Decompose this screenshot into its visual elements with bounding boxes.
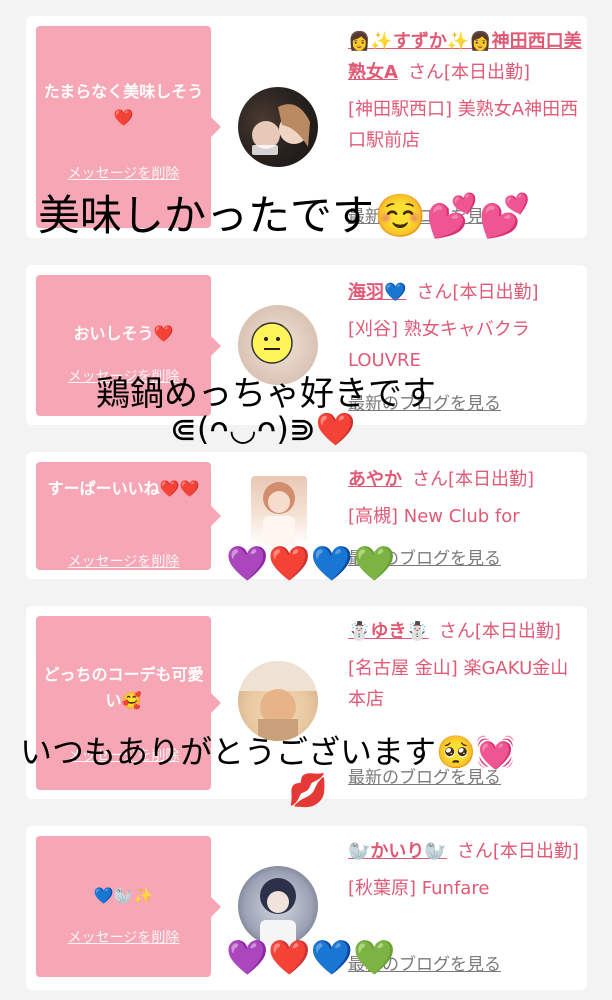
cast-name-link[interactable]: 🦭かいり🦭: [348, 841, 447, 862]
shop-info: [秋葉原] Funfare: [348, 878, 490, 899]
avatar-photo: [263, 482, 295, 546]
message-text: すーぱーいいね❤️❤️: [47, 479, 200, 498]
cast-status: さん[本日出勤]: [407, 62, 530, 83]
delete-message-link[interactable]: メッセージを削除: [36, 163, 211, 183]
lips-sticker: 💋: [288, 771, 328, 809]
shop-info: [神田駅西口] 美熟女A神田西口駅前店: [348, 99, 579, 151]
cast-name-link[interactable]: ☃️ゆき☃️: [348, 621, 429, 642]
overlay-caption-2: 鶏鍋めっちゃ好きです: [96, 374, 436, 414]
cast-status: さん[本日出勤]: [412, 469, 535, 490]
cast-info: ☃️ゆき☃️ さん[本日出勤] [名古屋 金山] 楽GAKU金山本店: [348, 616, 582, 715]
message-bubble: 💙🦭✨ メッセージを削除: [36, 836, 221, 977]
message-bubble: すーぱーいいね❤️❤️ メッセージを削除: [36, 462, 221, 571]
cast-info: あやか さん[本日出勤] [高槻] New Club for: [348, 464, 582, 532]
avatar-photo: [252, 104, 310, 155]
avatar[interactable]: [238, 87, 318, 167]
cast-info: 海羽💙 さん[本日出勤] [刈谷] 熟女キャバクラLOUVRE: [348, 277, 582, 376]
hearts-sticker-row: 💜❤️💙💚: [226, 544, 396, 584]
hearts-sticker-row: 💜❤️💙💚: [226, 938, 396, 978]
delete-message-link[interactable]: メッセージを削除: [36, 927, 211, 947]
delete-message-link[interactable]: メッセージを削除: [36, 551, 211, 571]
avatar-photo: [260, 878, 296, 946]
message-text: どっちのコーデも可愛い🥰: [43, 665, 204, 710]
shop-info: [名古屋 金山] 楽GAKU金山本店: [348, 658, 569, 710]
cast-status: さん[本日出勤]: [416, 282, 539, 303]
overlay-caption-1: 美味しかったです☺️💕💕: [38, 191, 531, 240]
message-text: たまらなく美味しそう❤️: [43, 82, 204, 127]
message-text: おいしそう❤️: [73, 324, 174, 343]
overlay-caption-3: いつもありがとうございます🥺💓: [20, 733, 516, 771]
cast-name-link[interactable]: あやか: [348, 469, 402, 490]
cast-status: さん[本日出勤]: [456, 841, 579, 862]
shop-info: [高槻] New Club for: [348, 506, 520, 527]
cast-status: さん[本日出勤]: [438, 621, 561, 642]
avatar[interactable]: [238, 866, 318, 946]
message-text: 💙🦭✨: [93, 886, 154, 905]
cast-info: 🦭かいり🦭 さん[本日出勤] [秋葉原] Funfare: [348, 836, 582, 904]
cast-name-link[interactable]: 海羽💙: [348, 282, 406, 303]
avatar[interactable]: [251, 476, 307, 546]
overlay-caption-2b: ⋐(ᴖ◡ᴖ)⋑❤️: [170, 410, 356, 448]
cast-info: 👩✨すずか✨👩神田西口美熟女A さん[本日出勤] [神田駅西口] 美熟女A神田西口…: [348, 26, 582, 156]
